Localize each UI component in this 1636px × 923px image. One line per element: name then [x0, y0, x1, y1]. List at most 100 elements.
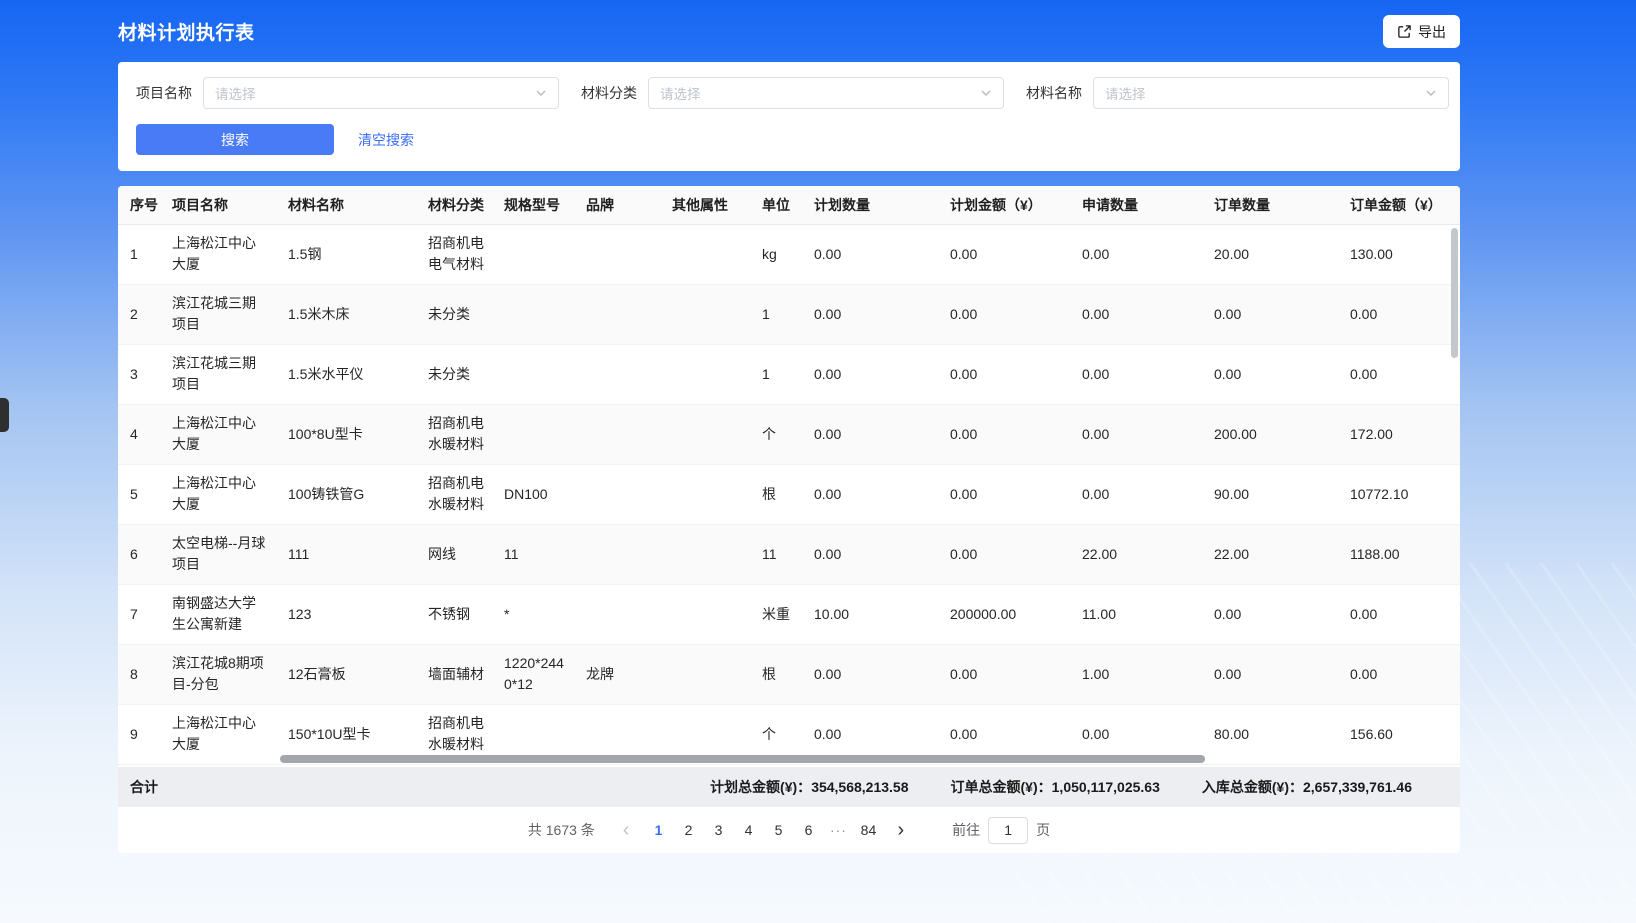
material-name-select[interactable]: 请选择	[1093, 77, 1449, 109]
filter-label-material: 材料名称	[1026, 83, 1082, 103]
column-header: 其他属性	[660, 186, 750, 224]
table-cell	[574, 404, 660, 464]
table-cell: 0.00	[938, 464, 1070, 524]
column-header: 计划数量	[802, 186, 938, 224]
material-category-select[interactable]: 请选择	[648, 77, 1004, 109]
table-row[interactable]: 8滨江花城8期项目-分包12石膏板墙面辅材1220*2440*12龙牌根0.00…	[118, 644, 1460, 704]
clear-search-link[interactable]: 清空搜索	[358, 130, 414, 150]
table-cell: 米重	[750, 584, 802, 644]
goto-page: 前往 页	[952, 817, 1050, 844]
table-cell: 1188.00	[1338, 524, 1460, 584]
table-cell	[492, 224, 574, 284]
page-button[interactable]: 6	[793, 816, 823, 844]
table-row[interactable]: 3滨江花城三期项目1.5米水平仪未分类10.000.000.000.000.00	[118, 344, 1460, 404]
table-cell: 不锈钢	[416, 584, 492, 644]
table-cell	[660, 284, 750, 344]
table-cell: 0.00	[1202, 584, 1338, 644]
next-page-button[interactable]: ›	[893, 820, 908, 840]
table-cell: 根	[750, 644, 802, 704]
table-cell: 0.00	[1338, 344, 1460, 404]
page-title: 材料计划执行表	[118, 18, 255, 45]
select-placeholder: 请选择	[1105, 83, 1146, 103]
project-name-select[interactable]: 请选择	[203, 77, 559, 109]
page-button[interactable]: 2	[673, 816, 703, 844]
table-cell: 0.00	[802, 284, 938, 344]
column-header: 材料名称	[276, 186, 416, 224]
search-button[interactable]: 搜索	[136, 124, 334, 155]
table-cell: 1.5米木床	[276, 284, 416, 344]
prev-page-button[interactable]: ‹	[619, 820, 634, 840]
table-cell: kg	[750, 224, 802, 284]
table-row[interactable]: 1上海松江中心大厦1.5钢招商机电电气材料kg0.000.000.0020.00…	[118, 224, 1460, 284]
table-cell: 招商机电水暖材料	[416, 464, 492, 524]
table-cell: DN100	[492, 464, 574, 524]
table-cell: 0.00	[938, 284, 1070, 344]
table-cell	[492, 404, 574, 464]
column-header: 单位	[750, 186, 802, 224]
export-icon	[1397, 24, 1412, 39]
summary-row: 合计 计划总金额(¥)：354,568,213.58 订单总金额(¥)：1,05…	[118, 767, 1460, 807]
table-cell: 上海松江中心大厦	[160, 224, 276, 284]
chevron-down-icon	[1425, 87, 1437, 99]
page-button[interactable]: 3	[703, 816, 733, 844]
table-row[interactable]: 5上海松江中心大厦100铸铁管G招商机电水暖材料DN100根0.000.000.…	[118, 464, 1460, 524]
table-cell: 滨江花城三期项目	[160, 284, 276, 344]
table-cell: 南钢盛达大学生公寓新建	[160, 584, 276, 644]
pagination-pages: 123456···84	[643, 816, 883, 844]
table-cell	[574, 524, 660, 584]
table-cell: 10.00	[802, 584, 938, 644]
table-cell: 个	[750, 404, 802, 464]
table-cell: 招商机电水暖材料	[416, 404, 492, 464]
table-cell: 1220*2440*12	[492, 644, 574, 704]
table-cell: 0.00	[802, 524, 938, 584]
page-button[interactable]: 84	[853, 816, 883, 844]
select-placeholder: 请选择	[660, 83, 701, 103]
inbound-total-label: 入库总金额(¥)：	[1202, 779, 1303, 795]
table-cell: 2	[118, 284, 160, 344]
summary-items: 计划总金额(¥)：354,568,213.58 订单总金额(¥)：1,050,1…	[710, 777, 1412, 797]
table-cell: 11	[750, 524, 802, 584]
table-row[interactable]: 6太空电梯--月球项目111网线11110.000.0022.0022.0011…	[118, 524, 1460, 584]
table-cell: 172.00	[1338, 404, 1460, 464]
plan-total: 计划总金额(¥)：354,568,213.58	[710, 777, 908, 797]
table-row[interactable]: 4上海松江中心大厦100*8U型卡招商机电水暖材料个0.000.000.0020…	[118, 404, 1460, 464]
table-cell: 0.00	[802, 224, 938, 284]
table-row[interactable]: 7南钢盛达大学生公寓新建123不锈钢*米重10.00200000.0011.00…	[118, 584, 1460, 644]
page-button[interactable]: 5	[763, 816, 793, 844]
table-cell	[660, 524, 750, 584]
filter-group-project: 项目名称 请选择	[136, 77, 559, 109]
table-cell: 123	[276, 584, 416, 644]
table-cell: 3	[118, 344, 160, 404]
table-cell: 1	[750, 284, 802, 344]
table-cell: 156.60	[1338, 704, 1460, 764]
page-button[interactable]: 1	[643, 816, 673, 844]
table-cell: 0.00	[1070, 224, 1202, 284]
table-cell	[574, 464, 660, 524]
table-cell: 1.5米水平仪	[276, 344, 416, 404]
table-cell: 0.00	[1202, 644, 1338, 704]
table-cell: 200.00	[1202, 404, 1338, 464]
table-cell: 130.00	[1338, 224, 1460, 284]
table-cell: 滨江花城三期项目	[160, 344, 276, 404]
table-cell: 0.00	[938, 524, 1070, 584]
horizontal-scrollbar[interactable]	[280, 755, 1205, 763]
goto-page-input[interactable]	[988, 817, 1028, 844]
page-ellipsis[interactable]: ···	[823, 816, 853, 844]
table-cell: 7	[118, 584, 160, 644]
chevron-down-icon	[980, 87, 992, 99]
column-header: 序号	[118, 186, 160, 224]
table-cell: 0.00	[1070, 344, 1202, 404]
table-cell: 0.00	[1338, 584, 1460, 644]
vertical-scrollbar[interactable]	[1451, 228, 1458, 358]
table-row[interactable]: 2滨江花城三期项目1.5米木床未分类10.000.000.000.000.00	[118, 284, 1460, 344]
export-button[interactable]: 导出	[1383, 15, 1460, 48]
table-cell: 11	[492, 524, 574, 584]
side-drawer-handle[interactable]	[0, 398, 9, 432]
table-cell: 100铸铁管G	[276, 464, 416, 524]
materials-table: 序号项目名称材料名称材料分类规格型号品牌其他属性单位计划数量计划金额（¥）申请数…	[118, 186, 1460, 765]
inbound-total: 入库总金额(¥)：2,657,339,761.46	[1202, 777, 1412, 797]
page-button[interactable]: 4	[733, 816, 763, 844]
table-cell: 22.00	[1202, 524, 1338, 584]
table-cell: 20.00	[1202, 224, 1338, 284]
table-cell: 0.00	[1070, 284, 1202, 344]
